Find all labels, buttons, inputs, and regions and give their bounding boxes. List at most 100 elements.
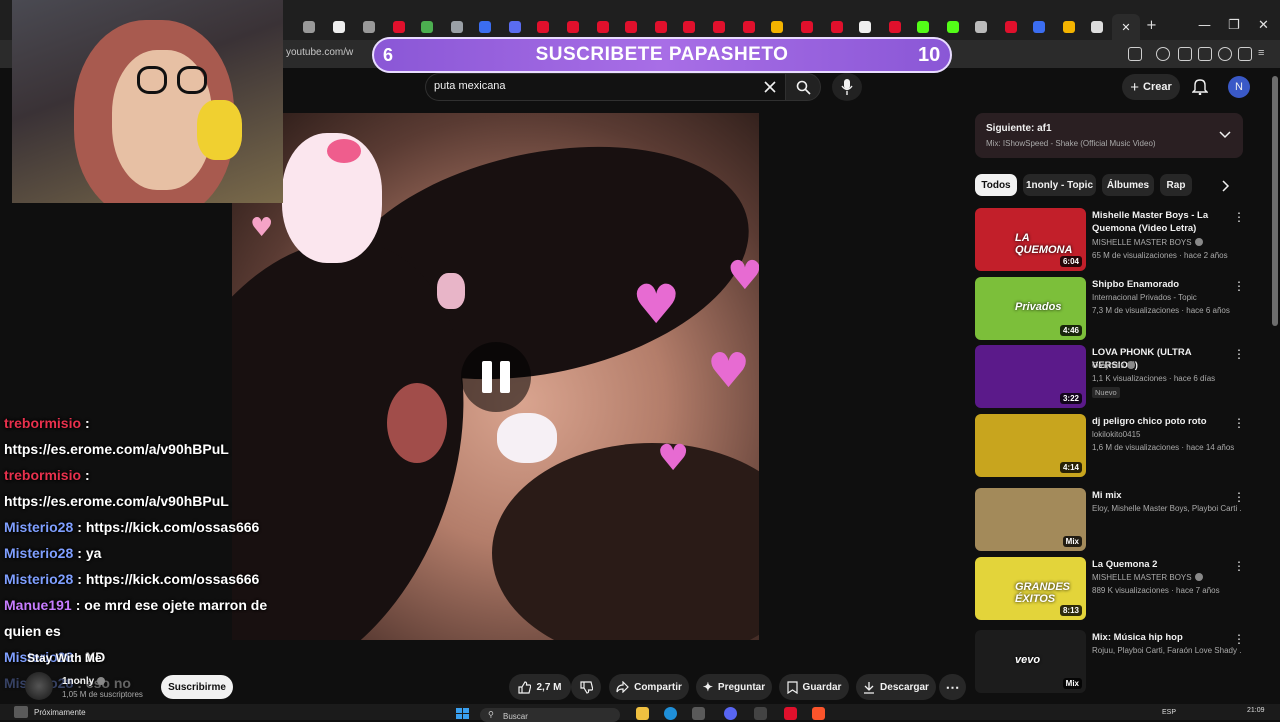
create-button[interactable]: + Crear (1122, 74, 1180, 100)
browser-tab[interactable] (968, 14, 994, 40)
video-title[interactable]: dj peligro chico poto roto (1092, 415, 1232, 428)
sidebar-icon[interactable] (1178, 47, 1192, 61)
chip-1nonly-topic[interactable]: 1nonly - Topic (1023, 174, 1096, 196)
obs-icon[interactable] (754, 707, 767, 720)
video-duration: Mix (1062, 536, 1082, 547)
video-channel[interactable]: Eloy, Mishelle Master Boys, Playboi Cart… (1092, 504, 1242, 513)
browser-tab[interactable] (1084, 14, 1110, 40)
pause-button[interactable] (461, 342, 531, 412)
video-channel[interactable]: Rojuu, Playboi Carti, Faraón Love Shady … (1092, 646, 1242, 655)
video-title[interactable]: Mi mix (1092, 489, 1232, 502)
search-button[interactable] (785, 73, 821, 101)
share-button[interactable]: Compartir (609, 674, 689, 700)
save-button[interactable]: Guardar (779, 674, 849, 700)
video-channel[interactable]: MISHELLE MASTER BOYS (1092, 238, 1242, 247)
video-menu-icon[interactable]: ⋮ (1233, 279, 1245, 293)
account-avatar[interactable]: N (1228, 76, 1250, 98)
chat-username[interactable]: Manue191 (4, 597, 72, 613)
screenshot-icon[interactable] (1128, 47, 1142, 61)
shield-icon[interactable] (1238, 47, 1252, 61)
browser-tab[interactable] (296, 14, 322, 40)
now-playing-title: Stay With Me (27, 651, 102, 665)
video-thumbnail[interactable]: LA QUEMONA 6:04 (975, 208, 1086, 271)
menu-icon[interactable]: ≡ (1258, 47, 1272, 61)
video-title[interactable]: Shipbo Enamorado (1092, 278, 1232, 291)
up-next-panel[interactable] (975, 113, 1243, 158)
minimize-button[interactable]: — (1198, 18, 1211, 33)
clear-search-icon[interactable] (764, 81, 776, 93)
close-window-button[interactable]: ✕ (1258, 18, 1269, 33)
related-video[interactable]: vevo Mix Mix: Música hip hop Rojuu, Playboi… (975, 630, 1245, 694)
chip-todos[interactable]: Todos (975, 174, 1017, 196)
video-channel[interactable]: MISHELLE MASTER BOYS (1092, 573, 1242, 582)
browser-tab[interactable] (998, 14, 1024, 40)
chat-username[interactable]: Misterio28 (4, 571, 73, 587)
more-actions-button[interactable]: ⋯ (939, 674, 966, 700)
discord-icon[interactable] (724, 707, 737, 720)
video-thumbnail[interactable]: vevo Mix (975, 630, 1086, 693)
browser-tab[interactable] (356, 14, 382, 40)
related-video[interactable]: LA QUEMONA 6:04 Mishelle Master Boys - La … (975, 208, 1245, 272)
video-menu-icon[interactable]: ⋮ (1233, 490, 1245, 504)
windows-start-icon[interactable] (456, 708, 469, 720)
video-title[interactable]: Mishelle Master Boys - La Quemona (Video… (1092, 209, 1232, 235)
related-video[interactable]: GRANDES ÉXITOS 8:13 La Quemona 2 MISHELLE M… (975, 557, 1245, 621)
chevron-right-icon[interactable] (1222, 180, 1230, 192)
chat-username[interactable]: Misterio28 (4, 519, 73, 535)
video-thumbnail[interactable]: Mix (975, 488, 1086, 551)
chevron-down-icon[interactable] (1219, 131, 1231, 139)
video-thumbnail[interactable]: GRANDES ÉXITOS 8:13 (975, 557, 1086, 620)
video-menu-icon[interactable]: ⋮ (1233, 210, 1245, 224)
active-tab-close-icon[interactable]: ✕ (1112, 14, 1140, 40)
ask-button[interactable]: ✦ Preguntar (696, 674, 772, 700)
download-button[interactable]: Descargar (856, 674, 936, 700)
browser-tab[interactable] (1056, 14, 1082, 40)
related-video[interactable]: Mix Mi mix Eloy, Mishelle Master Boys, Pla… (975, 488, 1245, 552)
chip-albumes[interactable]: Álbumes (1102, 174, 1154, 196)
video-thumbnail[interactable]: Privados 4:46 (975, 277, 1086, 340)
video-title[interactable]: La Quemona 2 (1092, 558, 1232, 571)
subscribe-button[interactable]: Suscribirme (161, 675, 233, 699)
video-menu-icon[interactable]: ⋮ (1233, 559, 1245, 573)
chat-username[interactable]: Misterio28 (4, 545, 73, 561)
video-channel[interactable]: Oraymos (1092, 361, 1242, 370)
maximize-button[interactable]: ❐ (1228, 18, 1240, 33)
voice-search-button[interactable] (832, 73, 862, 101)
wallet-icon[interactable] (1198, 47, 1212, 61)
video-menu-icon[interactable]: ⋮ (1233, 347, 1245, 361)
browser-tab[interactable] (326, 14, 352, 40)
video-thumbnail[interactable]: 3:22 (975, 345, 1086, 408)
file-explorer-icon[interactable] (636, 707, 649, 720)
taskbar-language[interactable]: ESP (1162, 709, 1176, 716)
dislike-button[interactable] (571, 674, 601, 700)
taskbar-clock[interactable]: 21:09 (1247, 707, 1265, 714)
related-video[interactable]: 4:14 dj peligro chico poto roto lokilokito… (975, 414, 1245, 478)
browser-tab[interactable] (940, 14, 966, 40)
browser-tab[interactable] (1026, 14, 1052, 40)
related-video[interactable]: Privados 4:46 Shipbo Enamorado Internaciona… (975, 277, 1245, 341)
ai-icon[interactable] (1218, 47, 1232, 61)
notifications-bell-icon[interactable] (1192, 78, 1208, 95)
page-scrollbar[interactable] (1272, 76, 1278, 326)
address-bar-url[interactable]: youtube.com/w (286, 47, 353, 58)
store-icon[interactable] (692, 707, 705, 720)
edge-icon[interactable] (664, 707, 677, 720)
brave-icon[interactable] (812, 707, 825, 720)
app-icon[interactable] (784, 707, 797, 720)
like-button[interactable]: 2,7 M (509, 674, 571, 700)
video-channel[interactable]: Internacional Privados - Topic (1092, 293, 1242, 302)
related-video[interactable]: 3:22 LOVA PHONK (ULTRA VERSION) Oraymos 1,1… (975, 345, 1245, 409)
channel-name[interactable]: 1nonly (62, 676, 106, 687)
video-menu-icon[interactable]: ⋮ (1233, 416, 1245, 430)
new-tab-button[interactable]: + (1146, 18, 1157, 33)
chat-username[interactable]: trebormisio (4, 415, 81, 431)
video-thumbnail[interactable]: 4:14 (975, 414, 1086, 477)
chip-rap[interactable]: Rap (1160, 174, 1192, 196)
music-icon[interactable] (1156, 47, 1170, 61)
video-menu-icon[interactable]: ⋮ (1233, 632, 1245, 646)
video-title[interactable]: Mix: Música hip hop (1092, 631, 1232, 644)
channel-avatar[interactable] (25, 672, 53, 700)
video-channel[interactable]: lokilokito0415 (1092, 430, 1242, 439)
chat-username[interactable]: trebormisio (4, 467, 81, 483)
widget-icon[interactable] (14, 706, 28, 718)
